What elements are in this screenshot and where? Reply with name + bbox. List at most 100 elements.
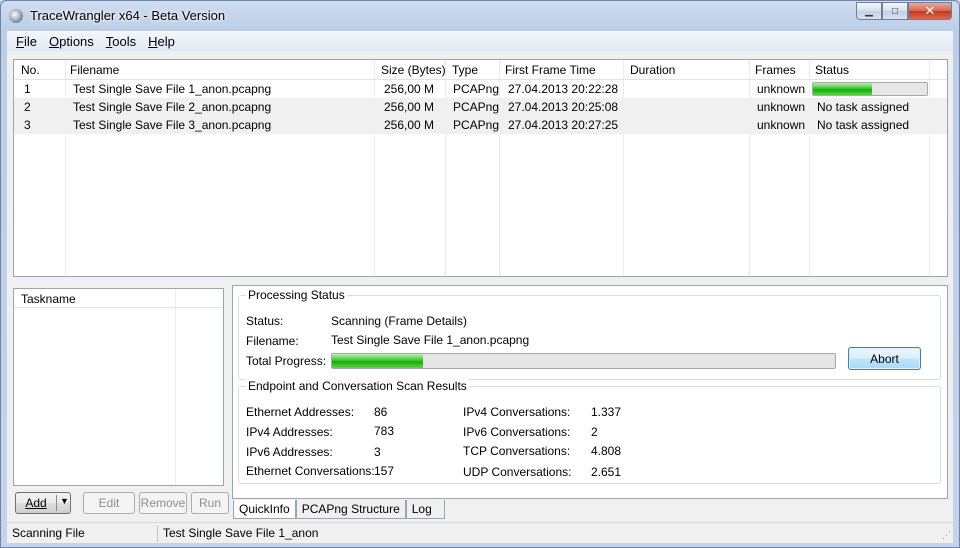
menu-options[interactable]: Options	[43, 34, 100, 49]
total-progress-label: Total Progress:	[246, 354, 327, 368]
column-header-status[interactable]: Status	[815, 63, 849, 77]
maximize-button[interactable]: □	[882, 2, 908, 20]
filename-value: Test Single Save File 1_anon.pcapng	[331, 333, 530, 347]
close-icon: ✕	[924, 3, 936, 18]
task-column-divider	[175, 289, 176, 485]
menu-help[interactable]: Help	[142, 34, 181, 49]
tab-quickinfo[interactable]: QuickInfo	[233, 500, 296, 519]
remove-button[interactable]: Remove	[139, 492, 187, 514]
remove-button-label: Remove	[140, 496, 186, 510]
cell-no: 2	[24, 100, 31, 114]
tab-log-label: Log	[411, 502, 432, 516]
add-button-label: Add	[25, 496, 47, 510]
ethernet-addresses-label: Ethernet Addresses:	[246, 405, 355, 419]
edit-button[interactable]: Edit	[83, 492, 135, 514]
menu-file[interactable]: File	[10, 34, 43, 49]
filename-label: Filename:	[246, 334, 299, 348]
column-header-frames[interactable]: Frames	[755, 63, 796, 77]
total-progress-fill	[332, 354, 423, 368]
scan-results-group: Endpoint and Conversation Scan Results E…	[238, 379, 941, 484]
menu-help-label: elp	[157, 33, 175, 49]
cell-size: 256,00 M	[384, 100, 435, 114]
column-header-size[interactable]: Size (Bytes)	[381, 63, 446, 77]
minimize-button[interactable]: ▁	[856, 2, 882, 20]
ipv4-addresses-value: 783	[374, 424, 395, 438]
menu-options-label: ptions	[59, 33, 94, 49]
status-bar-state: Scanning File	[12, 526, 85, 540]
menu-file-accel: F	[16, 33, 24, 49]
client-area: No. Filename Size (Bytes) Type First Fra…	[7, 51, 953, 543]
cell-no: 1	[24, 82, 31, 96]
cell-first-frame-time: 27.04.2013 20:22:28	[508, 82, 619, 96]
table-row[interactable]: 1 Test Single Save File 1_anon.pcapng 25…	[14, 80, 947, 98]
row-progress-fill	[813, 83, 873, 95]
window-title: TraceWrangler x64 - Beta Version	[30, 8, 226, 23]
tab-pcapng-structure-label: PCAPng Structure	[301, 502, 400, 516]
cell-size: 256,00 M	[384, 118, 435, 132]
add-split-divider	[56, 495, 57, 511]
status-bar-divider	[157, 525, 158, 542]
ipv6-conversations-label: IPv6 Conversations:	[463, 425, 571, 439]
column-header-type[interactable]: Type	[452, 63, 478, 77]
tab-log[interactable]: Log	[405, 500, 445, 519]
column-header-duration[interactable]: Duration	[630, 63, 675, 77]
cell-type: PCAPng	[453, 100, 500, 114]
status-bar: Scanning File Test Single Save File 1_an…	[7, 522, 953, 543]
ipv6-addresses-label: IPv6 Addresses:	[246, 445, 333, 459]
table-row[interactable]: 2 Test Single Save File 2_anon.pcapng 25…	[14, 98, 947, 116]
ethernet-conversations-label: Ethernet Conversations:	[246, 464, 375, 478]
file-list-header: No. Filename Size (Bytes) Type First Fra…	[14, 60, 947, 80]
status-bar-file: Test Single Save File 1_anon	[163, 526, 319, 540]
task-button-row: Add ▼ Edit Remove Run	[15, 492, 229, 514]
processing-status-title: Processing Status	[246, 288, 347, 302]
ipv4-conversations-label: IPv4 Conversations:	[463, 405, 571, 419]
ipv6-conversations-value: 2	[591, 425, 598, 439]
close-button[interactable]: ✕	[908, 2, 952, 20]
cell-frames: unknown	[757, 100, 806, 114]
task-list-header: Taskname	[14, 289, 223, 308]
run-button[interactable]: Run	[191, 492, 229, 514]
menu-file-label: ile	[23, 33, 37, 49]
minimize-icon: ▁	[865, 5, 873, 17]
title-bar[interactable]: TraceWrangler x64 - Beta Version ▁ □ ✕	[1, 1, 959, 31]
maximize-icon: □	[891, 5, 899, 17]
main-window: TraceWrangler x64 - Beta Version ▁ □ ✕ F…	[0, 0, 960, 548]
ipv6-addresses-value: 3	[374, 445, 381, 459]
cell-type: PCAPng	[453, 82, 500, 96]
cell-filename: Test Single Save File 3_anon.pcapng	[73, 118, 272, 132]
run-button-label: Run	[198, 496, 221, 510]
tcp-conversations-label: TCP Conversations:	[463, 444, 571, 458]
menu-tools-label: ools	[112, 33, 137, 49]
cell-frames: unknown	[757, 118, 806, 132]
ipv4-addresses-label: IPv4 Addresses:	[246, 425, 333, 439]
status-value: Scanning (Frame Details)	[331, 314, 468, 328]
file-list[interactable]: No. Filename Size (Bytes) Type First Fra…	[13, 59, 948, 277]
table-row[interactable]: 3 Test Single Save File 3_anon.pcapng 25…	[14, 116, 947, 134]
tab-pcapng-structure[interactable]: PCAPng Structure	[295, 500, 406, 519]
ethernet-addresses-value: 86	[374, 405, 388, 419]
add-button[interactable]: Add ▼	[15, 492, 71, 514]
dropdown-arrow-icon[interactable]: ▼	[60, 496, 69, 506]
abort-button-label: Abort	[870, 351, 899, 366]
ipv4-conversations-value: 1.337	[591, 405, 622, 419]
cell-frames: unknown	[757, 82, 806, 96]
tab-quickinfo-label: QuickInfo	[239, 502, 290, 516]
cell-size: 256,00 M	[384, 82, 435, 96]
menu-tools[interactable]: Tools	[100, 34, 142, 49]
ethernet-conversations-value: 157	[374, 464, 395, 478]
scan-results-title: Endpoint and Conversation Scan Results	[246, 379, 469, 393]
column-header-no[interactable]: No.	[21, 63, 40, 77]
menu-options-accel: O	[48, 33, 60, 49]
app-icon	[9, 9, 23, 23]
resize-grip-icon[interactable]: ⋰	[942, 530, 951, 541]
column-header-first-frame-time[interactable]: First Frame Time	[505, 63, 596, 77]
cell-first-frame-time: 27.04.2013 20:25:08	[508, 100, 619, 114]
abort-button[interactable]: Abort	[848, 347, 921, 370]
column-header-taskname[interactable]: Taskname	[21, 292, 76, 306]
cell-status: No task assigned	[817, 100, 910, 114]
status-label: Status:	[246, 314, 284, 328]
bottom-tab-strip: QuickInfo PCAPng Structure Log	[233, 500, 445, 519]
task-list[interactable]: Taskname	[13, 288, 224, 486]
cell-no: 3	[24, 118, 31, 132]
column-header-filename[interactable]: Filename	[70, 63, 119, 77]
